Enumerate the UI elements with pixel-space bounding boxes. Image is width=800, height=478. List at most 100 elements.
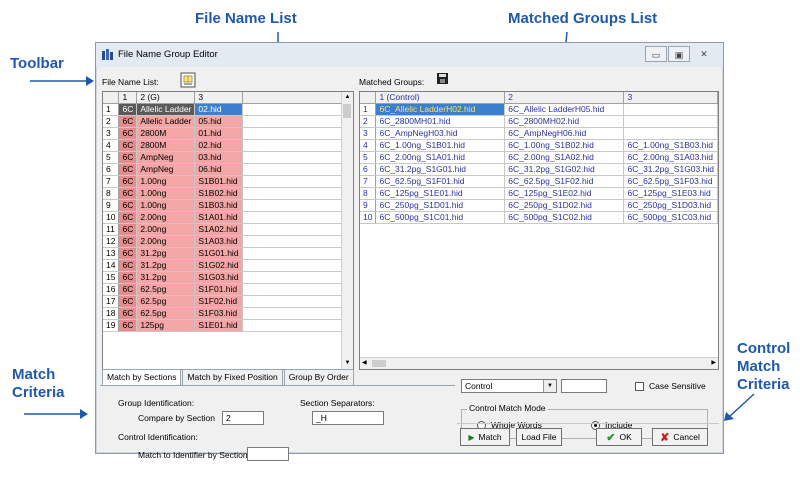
- file-list-cell[interactable]: 16: [103, 283, 120, 296]
- case-sensitive-checkbox[interactable]: [635, 382, 644, 391]
- matched-cell[interactable]: 10: [360, 211, 377, 224]
- file-list-cell[interactable]: 62.5pg: [136, 307, 196, 320]
- file-list-cell[interactable]: S1E01.hid: [194, 319, 243, 332]
- matched-cell[interactable]: 6C_31.2pg_S1G01.hid: [375, 163, 506, 176]
- file-list-cell[interactable]: S1B03.hid: [194, 199, 243, 212]
- file-list-cell[interactable]: 6C: [118, 223, 138, 236]
- file-list-cell[interactable]: 1.00ng: [136, 199, 196, 212]
- file-list-cell-empty[interactable]: [242, 295, 353, 308]
- file-list-cell[interactable]: 2: [103, 115, 120, 128]
- file-list-row[interactable]: 4 6C 2800M 02.hid: [103, 139, 353, 152]
- tab-match-by-fixed-position[interactable]: Match by Fixed Position: [182, 369, 283, 385]
- file-list-cell[interactable]: 62.5pg: [136, 295, 196, 308]
- file-list-cell-empty[interactable]: [242, 247, 353, 260]
- file-list-row[interactable]: 13 6C 31.2pg S1G01.hid: [103, 247, 353, 260]
- save-icon[interactable]: [437, 73, 448, 84]
- file-list-row[interactable]: 3 6C 2800M 01.hid: [103, 127, 353, 140]
- file-list-cell[interactable]: 2.00ng: [136, 235, 196, 248]
- file-list-col-3[interactable]: 3: [194, 92, 243, 104]
- file-list-cell[interactable]: 9: [103, 199, 120, 212]
- matched-cell[interactable]: 6C_125pg_S1E02.hid: [504, 187, 625, 200]
- file-list-cell[interactable]: 02.hid: [194, 103, 243, 116]
- file-list-cell-empty[interactable]: [242, 319, 353, 332]
- file-list-cell[interactable]: 02.hid: [194, 139, 243, 152]
- file-list-cell[interactable]: AmpNeg: [136, 151, 196, 164]
- file-list-cell[interactable]: 6C: [118, 307, 138, 320]
- scroll-down-icon[interactable]: ▼: [342, 358, 353, 369]
- file-list-cell[interactable]: S1G02.hid: [194, 259, 243, 272]
- file-list-cell-empty[interactable]: [242, 103, 353, 116]
- file-list-row[interactable]: 2 6C Allelic Ladder 05.hid: [103, 115, 353, 128]
- file-list-row[interactable]: 6 6C AmpNeg 06.hid: [103, 163, 353, 176]
- file-list-row[interactable]: 15 6C 31.2pg S1G03.hid: [103, 271, 353, 284]
- file-list-cell[interactable]: 6C: [118, 319, 138, 332]
- file-list-cell[interactable]: 13: [103, 247, 120, 260]
- matched-cell[interactable]: 4: [360, 139, 377, 152]
- matched-cell[interactable]: 6C_500pg_S1C03.hid: [623, 211, 718, 224]
- file-list-cell[interactable]: 14: [103, 259, 120, 272]
- chevron-down-icon[interactable]: ▼: [543, 380, 556, 392]
- file-list-row[interactable]: 8 6C 1.00ng S1B02.hid: [103, 187, 353, 200]
- file-list-cell[interactable]: Allelic Ladder: [136, 103, 196, 116]
- matched-cell[interactable]: 6C_1.00ng_S1B03.hid: [623, 139, 718, 152]
- file-list-row[interactable]: 9 6C 1.00ng S1B03.hid: [103, 199, 353, 212]
- compare-by-section-input[interactable]: 2: [222, 411, 264, 425]
- file-list-cell[interactable]: S1B01.hid: [194, 175, 243, 188]
- file-list-cell[interactable]: 2.00ng: [136, 211, 196, 224]
- file-list-row[interactable]: 14 6C 31.2pg S1G02.hid: [103, 259, 353, 272]
- matched-cell[interactable]: 2: [360, 115, 377, 128]
- file-list-cell[interactable]: 31.2pg: [136, 271, 196, 284]
- file-list-cell[interactable]: 6C: [118, 259, 138, 272]
- matched-cell[interactable]: 6C_Allelic LadderH02.hid: [375, 103, 506, 116]
- file-list-cell[interactable]: Allelic Ladder: [136, 115, 196, 128]
- file-list-cell-empty[interactable]: [242, 151, 353, 164]
- file-list-cell[interactable]: S1G03.hid: [194, 271, 243, 284]
- hscroll-thumb[interactable]: [372, 360, 386, 367]
- file-list-col-1[interactable]: 1: [118, 92, 138, 104]
- file-list-row[interactable]: 17 6C 62.5pg S1F02.hid: [103, 295, 353, 308]
- matched-cell[interactable]: 6C_500pg_S1C02.hid: [504, 211, 625, 224]
- file-list-cell[interactable]: 19: [103, 319, 120, 332]
- matched-cell[interactable]: 6C_62.5pg_S1F01.hid: [375, 175, 506, 188]
- matched-cell[interactable]: 6C_1.00ng_S1B01.hid: [375, 139, 506, 152]
- file-list-cell[interactable]: 31.2pg: [136, 247, 196, 260]
- file-list-cell-empty[interactable]: [242, 127, 353, 140]
- matched-cell[interactable]: 6C_31.2pg_S1G02.hid: [504, 163, 625, 176]
- matched-cell[interactable]: [623, 103, 718, 116]
- scroll-thumb[interactable]: [343, 104, 351, 118]
- matched-cell[interactable]: 6C_1.00ng_S1B02.hid: [504, 139, 625, 152]
- file-list-cell[interactable]: 05.hid: [194, 115, 243, 128]
- file-list-cell[interactable]: 6C: [118, 127, 138, 140]
- matched-cell[interactable]: 3: [360, 127, 377, 140]
- file-list-cell[interactable]: 6C: [118, 187, 138, 200]
- matched-cell[interactable]: 6C_2.00ng_S1A03.hid: [623, 151, 718, 164]
- file-list-cell-empty[interactable]: [242, 211, 353, 224]
- file-list-cell[interactable]: 6C: [118, 115, 138, 128]
- file-list-cell[interactable]: S1B02.hid: [194, 187, 243, 200]
- maximize-button[interactable]: ▣: [668, 46, 690, 62]
- file-list-cell-empty[interactable]: [242, 199, 353, 212]
- match-to-identifier-input[interactable]: [247, 447, 289, 461]
- file-list-cell[interactable]: 12: [103, 235, 120, 248]
- file-list-cell-empty[interactable]: [242, 259, 353, 272]
- file-list-cell[interactable]: 18: [103, 307, 120, 320]
- file-list-cell[interactable]: 62.5pg: [136, 283, 196, 296]
- file-list-cell[interactable]: 10: [103, 211, 120, 224]
- file-list-cell[interactable]: 6C: [118, 139, 138, 152]
- file-list-cell[interactable]: 31.2pg: [136, 259, 196, 272]
- matched-cell[interactable]: 6C_2800MH01.hid: [375, 115, 506, 128]
- matched-cell[interactable]: 8: [360, 187, 377, 200]
- matched-col-1[interactable]: 1 (Control): [375, 92, 506, 104]
- control-text-input[interactable]: [561, 379, 607, 393]
- control-dropdown[interactable]: Control ▼: [461, 379, 557, 393]
- file-list-cell[interactable]: 1.00ng: [136, 175, 196, 188]
- matched-cell[interactable]: 6C_250pg_S1D02.hid: [504, 199, 625, 212]
- matched-row[interactable]: 7 6C_62.5pg_S1F01.hid 6C_62.5pg_S1F02.hid 6…: [360, 175, 718, 188]
- file-list-cell[interactable]: 8: [103, 187, 120, 200]
- matched-cell[interactable]: 6C_2.00ng_S1A02.hid: [504, 151, 625, 164]
- file-list-row[interactable]: 5 6C AmpNeg 03.hid: [103, 151, 353, 164]
- close-button[interactable]: ✕: [691, 46, 717, 62]
- file-list-cell[interactable]: 06.hid: [194, 163, 243, 176]
- file-list-grid[interactable]: 1 2 (G) 3 1 6C Allelic Ladder 02.hid 2 6C Alle…: [102, 91, 354, 370]
- file-list-cell[interactable]: S1A01.hid: [194, 211, 243, 224]
